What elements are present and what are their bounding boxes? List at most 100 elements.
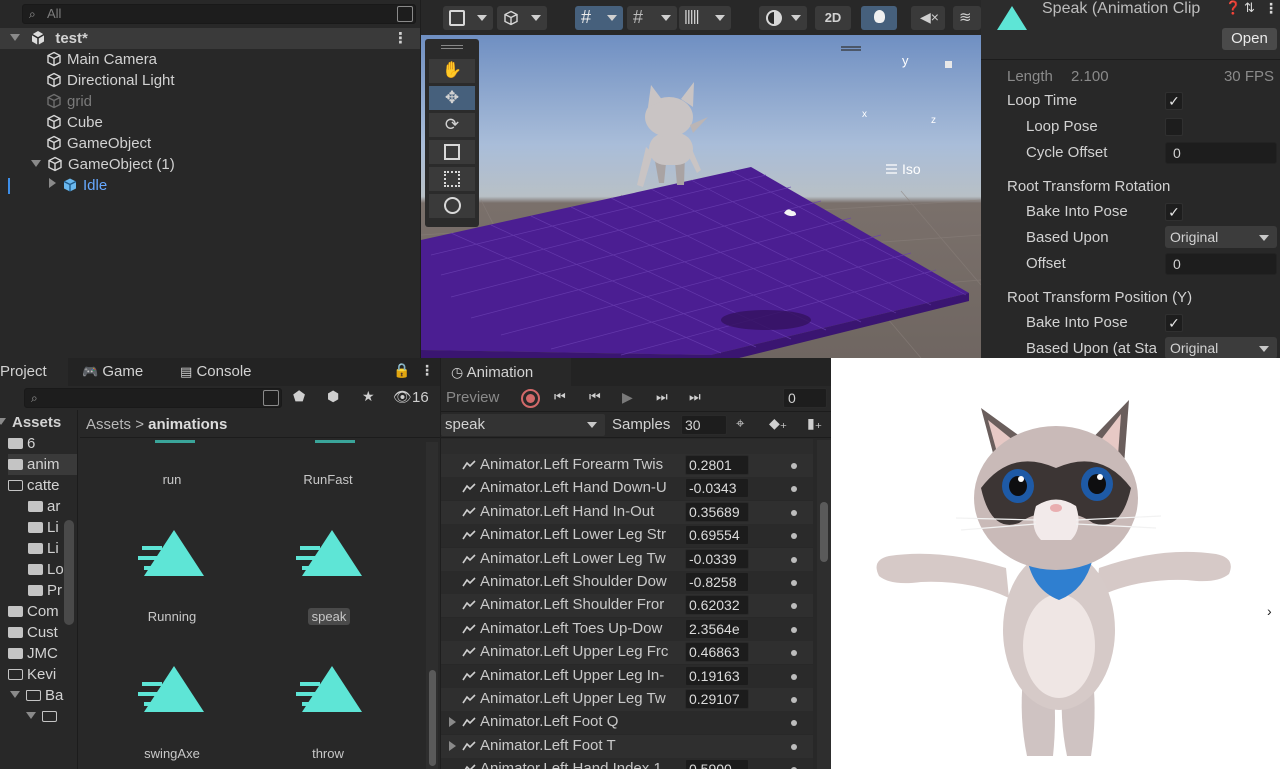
preset-icon[interactable]: ⇅: [1244, 0, 1255, 16]
lock-icon[interactable]: 🔒: [393, 362, 410, 379]
animation-clip-icon[interactable]: [138, 528, 208, 578]
rotate-tool-button[interactable]: ⟳: [429, 113, 475, 137]
keyframe-dot-icon[interactable]: [791, 650, 797, 657]
offset-field[interactable]: 0: [1165, 253, 1277, 275]
asset-runfast-label[interactable]: RunFast: [268, 472, 388, 487]
property-value-field[interactable]: 0.35689: [685, 501, 749, 522]
hierarchy-item-cube[interactable]: Cube: [0, 112, 420, 133]
project-search-input[interactable]: ⌕: [24, 388, 282, 408]
property-value-field[interactable]: 2.3564e: [685, 618, 749, 639]
property-value-field[interactable]: -0.0343: [685, 478, 749, 499]
rect-tool-button[interactable]: [429, 167, 475, 191]
hierarchy-item-gameobject[interactable]: GameObject: [0, 133, 420, 154]
keyframe-dot-icon[interactable]: [791, 486, 797, 493]
keyframe-dot-icon[interactable]: [791, 463, 797, 469]
hierarchy-item-main-camera[interactable]: Main Camera: [0, 49, 420, 70]
next-frame-button[interactable]: ⏭: [656, 389, 668, 405]
crosshair-icon[interactable]: ⌖: [736, 415, 744, 432]
tree-item-com[interactable]: Com: [8, 601, 59, 622]
property-row[interactable]: Animator.Left Shoulder Dow -0.8258: [441, 571, 813, 594]
expand-arrow-icon[interactable]: [31, 160, 41, 167]
keyframe-dot-icon[interactable]: [791, 556, 797, 563]
search-options-icon[interactable]: [263, 390, 279, 406]
property-row-partial[interactable]: [441, 439, 813, 454]
expand-arrow-icon[interactable]: [449, 740, 456, 751]
scale-tool-button[interactable]: [429, 140, 475, 164]
orientation-gizmo[interactable]: [945, 61, 952, 68]
scene-viewport[interactable]: y x z Iso: [421, 35, 981, 358]
property-row[interactable]: Animator.Left Foot T: [441, 734, 813, 758]
previous-frame-button[interactable]: ⏮: [589, 389, 601, 405]
tab-project[interactable]: Project: [0, 358, 68, 386]
keyframe-dot-icon[interactable]: [791, 580, 797, 586]
property-row[interactable]: Animator.Left Upper Leg Tw 0.29107: [441, 688, 813, 711]
scene-view[interactable]: # # ||||| 2D ◀× ≋ y x z Iso ✋ ✥ ⟳: [421, 0, 981, 358]
keyframe-dot-icon[interactable]: [791, 743, 797, 750]
open-button[interactable]: Open: [1222, 28, 1277, 50]
search-options-icon[interactable]: [397, 6, 413, 22]
tree-item-catte[interactable]: catte: [8, 475, 60, 496]
expand-arrow-icon[interactable]: [0, 418, 6, 425]
breadcrumb-assets[interactable]: Assets: [86, 416, 131, 433]
breadcrumb-animations[interactable]: animations: [148, 416, 227, 433]
tree-item-lo[interactable]: Lo: [28, 559, 64, 580]
asset-speak-label[interactable]: speak: [269, 608, 389, 625]
hand-tool-button[interactable]: ✋: [429, 59, 475, 83]
last-frame-button[interactable]: ⏭: [689, 389, 701, 405]
tree-item-kevi[interactable]: Kevi: [8, 664, 56, 685]
more-menu-icon[interactable]: ⋮: [420, 362, 434, 379]
property-row[interactable]: Animator.Left Hand.Index.1 0.5900: [441, 758, 813, 769]
filter-type-icon[interactable]: ⬟: [293, 388, 305, 405]
move-tool-button[interactable]: ✥: [429, 86, 475, 110]
render-mode-dropdown[interactable]: [497, 6, 547, 30]
keyframe-dot-icon[interactable]: [791, 509, 797, 516]
tree-item-cust[interactable]: Cust: [8, 622, 58, 643]
property-row[interactable]: Animator.Left Lower Leg Tw -0.0339: [441, 547, 813, 571]
lighting-toggle[interactable]: [861, 6, 897, 30]
asset-running-label[interactable]: Running: [112, 609, 232, 624]
grid-snap-toggle[interactable]: #: [575, 6, 623, 30]
property-value-field[interactable]: 0.29107: [685, 689, 749, 709]
asset-swingaxe-label[interactable]: swingAxe: [112, 746, 232, 761]
tab-console[interactable]: ▤ Console: [170, 358, 262, 386]
animation-clip-icon[interactable]: [296, 528, 366, 578]
asset-runfast-thumbnail[interactable]: [315, 440, 355, 443]
add-keyframe-icon[interactable]: ◆₊: [769, 415, 787, 432]
bake-into-pose-checkbox[interactable]: ✓: [1165, 203, 1183, 221]
current-frame-field[interactable]: 0: [783, 388, 827, 408]
property-row[interactable]: Animator.Left Upper Leg In- 0.19163: [441, 664, 813, 688]
effects-dropdown[interactable]: ≋: [953, 6, 981, 30]
tree-item-sub[interactable]: [26, 706, 61, 727]
draw-mode-dropdown[interactable]: [443, 6, 493, 30]
tree-item-ba[interactable]: Ba: [10, 685, 63, 706]
keyframe-dot-icon[interactable]: [791, 603, 797, 610]
expand-arrow-icon[interactable]: [49, 178, 56, 188]
asset-run-label[interactable]: run: [112, 472, 232, 487]
filter-label-icon[interactable]: ⬢: [327, 388, 339, 405]
projection-label[interactable]: Iso: [902, 161, 921, 177]
asset-grid-scrollbar[interactable]: [426, 442, 438, 769]
play-button[interactable]: ▶: [622, 389, 633, 406]
keyframe-dot-icon[interactable]: [791, 697, 797, 703]
preview-toggle[interactable]: Preview: [446, 389, 499, 406]
tree-item-jmc[interactable]: JMC: [8, 643, 58, 664]
expand-arrow-icon[interactable]: [449, 717, 456, 728]
property-value-field[interactable]: 0.5900: [685, 759, 749, 769]
tree-item-assets[interactable]: Assets: [0, 412, 61, 433]
scene-row[interactable]: test* ⋮: [0, 28, 420, 49]
based-upon-at-start-dropdown[interactable]: Original: [1165, 337, 1277, 359]
loop-time-checkbox[interactable]: ✓: [1165, 92, 1183, 110]
tab-animation[interactable]: ◷ Animation: [441, 358, 571, 386]
animation-clip-icon[interactable]: [138, 664, 208, 714]
keyframe-dot-icon[interactable]: [791, 673, 797, 680]
expand-arrow-icon[interactable]: [10, 691, 20, 698]
property-value-field[interactable]: 0.2801: [685, 455, 749, 475]
palette-handle[interactable]: [441, 45, 463, 46]
property-row[interactable]: Animator.Left Hand In-Out 0.35689: [441, 500, 813, 524]
property-row[interactable]: Animator.Left Foot Q: [441, 711, 813, 735]
tree-item-li-2[interactable]: Li: [28, 538, 59, 559]
tree-scrollbar[interactable]: [64, 520, 74, 625]
help-icon[interactable]: ❓: [1225, 0, 1241, 16]
toggle-2d-button[interactable]: 2D: [815, 6, 851, 30]
transform-tool-button[interactable]: [429, 194, 475, 218]
